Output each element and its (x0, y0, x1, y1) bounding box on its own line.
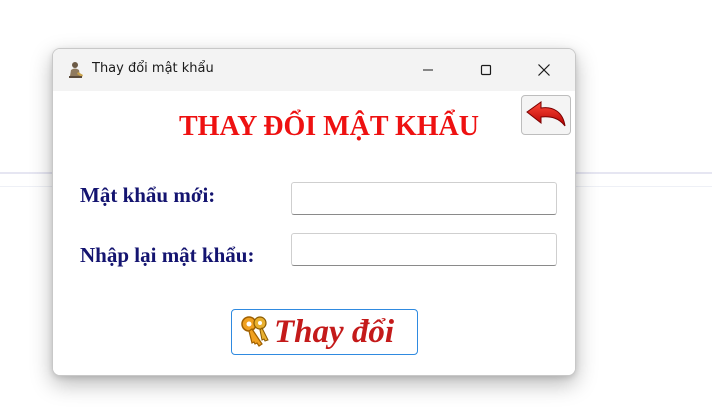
new-password-label: Mật khẩu mới: (80, 183, 216, 207)
close-button[interactable] (515, 49, 573, 91)
back-button[interactable] (521, 95, 571, 135)
change-password-window: Thay đổi mật khẩu THAY ĐỔI MẬT KHẨU Mật … (52, 48, 576, 376)
window-title: Thay đổi mật khẩu (92, 61, 214, 76)
user-icon (67, 61, 85, 79)
minimize-icon (423, 69, 433, 71)
back-arrow-icon (526, 101, 566, 127)
title-bar[interactable]: Thay đổi mật khẩu (53, 49, 575, 91)
change-password-button[interactable]: Thay đổi (231, 309, 418, 355)
close-icon (538, 64, 550, 76)
confirm-password-label: Nhập lại mật khẩu: (80, 243, 255, 267)
form-panel: THAY ĐỔI MẬT KHẨU Mật khẩu mới: Nhập lại… (53, 91, 575, 375)
page-heading: THAY ĐỔI MẬT KHẨU (179, 111, 480, 142)
change-password-button-label: Thay đổi (274, 313, 395, 350)
minimize-button[interactable] (399, 49, 457, 91)
new-password-input[interactable] (291, 182, 557, 215)
maximize-button[interactable] (457, 49, 515, 91)
maximize-icon (480, 64, 492, 76)
confirm-password-input[interactable] (291, 233, 557, 266)
keys-icon (241, 316, 269, 347)
